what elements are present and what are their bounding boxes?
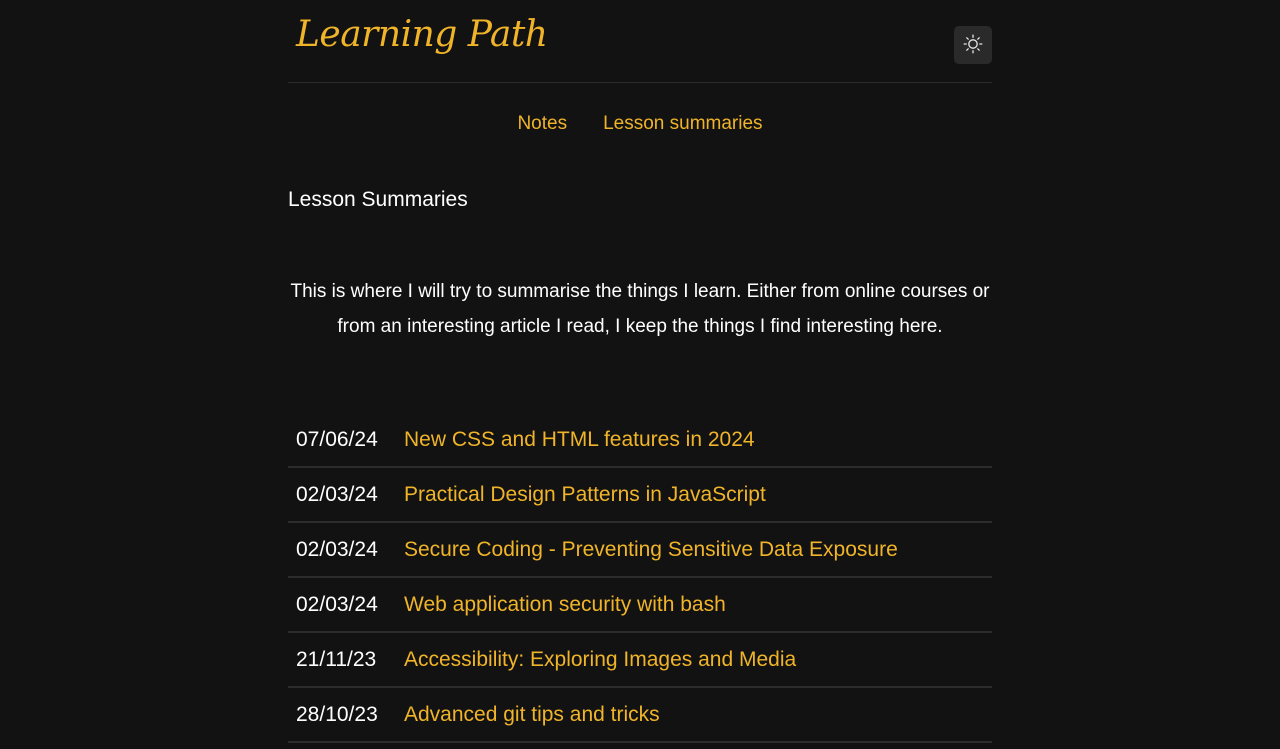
nav-link-notes[interactable]: Notes (517, 113, 567, 135)
lesson-row: 02/03/24 Web application security with b… (288, 578, 992, 633)
lesson-row: 07/06/24 New CSS and HTML features in 20… (288, 413, 992, 468)
site-header: Learning Path (288, 0, 992, 83)
lesson-row: 02/03/24 Secure Coding - Preventing Sens… (288, 523, 992, 578)
page-title: Lesson Summaries (288, 188, 468, 211)
lesson-row: 28/10/23 Advanced git tips and tricks (288, 688, 992, 743)
theme-toggle-button[interactable] (954, 26, 992, 64)
lesson-list: 07/06/24 New CSS and HTML features in 20… (288, 413, 992, 743)
lesson-link[interactable]: Secure Coding - Preventing Sensitive Dat… (404, 538, 898, 562)
lesson-link[interactable]: Web application security with bash (404, 593, 726, 617)
lesson-date: 02/03/24 (296, 592, 378, 616)
lesson-date: 21/11/23 (296, 647, 377, 671)
lesson-link[interactable]: Advanced git tips and tricks (404, 703, 660, 727)
sun-icon (963, 34, 983, 57)
intro-text: This is where I will try to summarise th… (290, 281, 990, 337)
lesson-link[interactable]: New CSS and HTML features in 2024 (404, 428, 755, 452)
lesson-date: 07/06/24 (296, 427, 378, 451)
lesson-date: 28/10/23 (296, 702, 378, 726)
nav-link-lesson-summaries[interactable]: Lesson summaries (603, 113, 762, 135)
lesson-link[interactable]: Practical Design Patterns in JavaScript (404, 483, 766, 507)
page: Learning Path Notes Lesson summaries Les… (288, 0, 992, 749)
lesson-date: 02/03/24 (296, 537, 378, 561)
lesson-link[interactable]: Accessibility: Exploring Images and Medi… (404, 648, 796, 672)
main-nav: Notes Lesson summaries (288, 113, 992, 135)
lesson-row: 02/03/24 Practical Design Patterns in Ja… (288, 468, 992, 523)
lesson-row: 21/11/23 Accessibility: Exploring Images… (288, 633, 992, 688)
site-logo[interactable]: Learning Path (296, 14, 548, 55)
lesson-date: 02/03/24 (296, 482, 378, 506)
